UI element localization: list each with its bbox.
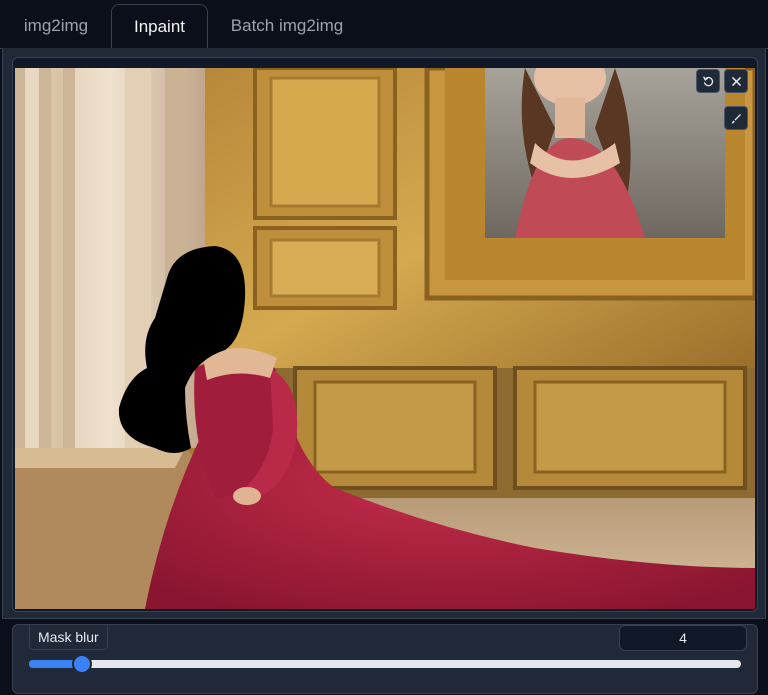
undo-button[interactable] [696,69,720,93]
brush-button[interactable] [724,106,748,130]
mask-blur-panel: Mask blur [12,624,758,694]
brush-icon [731,113,741,123]
tab-bar: img2img Inpaint Batch img2img [0,0,768,50]
mask-blur-label: Mask blur [29,624,108,650]
tab-batch-img2img[interactable]: Batch img2img [214,4,360,47]
tab-inpaint[interactable]: Inpaint [111,4,208,50]
tab-img2img[interactable]: img2img [8,4,104,47]
inpaint-canvas[interactable] [12,57,758,612]
clear-button[interactable] [724,69,748,93]
close-icon [731,76,741,86]
inpaint-image[interactable] [15,68,755,609]
undo-icon [702,75,713,86]
mask-blur-slider-track[interactable] [29,660,741,668]
mask-blur-slider-thumb[interactable] [73,656,90,672]
mask-blur-number-input[interactable] [619,625,747,651]
